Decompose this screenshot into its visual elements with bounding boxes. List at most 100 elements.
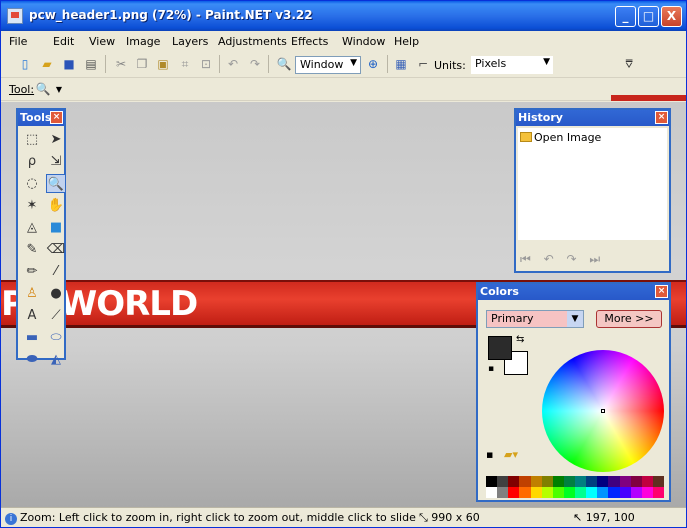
rectangle-tool-icon[interactable]: ▬: [22, 328, 42, 347]
rounded-rectangle-icon[interactable]: ⬭: [46, 328, 66, 347]
pencil-icon[interactable]: ✏: [22, 262, 42, 281]
palette-swatch[interactable]: [552, 476, 564, 487]
close-icon[interactable]: ×: [50, 111, 63, 124]
deselect-icon[interactable]: ⊡: [198, 56, 214, 72]
palette-swatch[interactable]: [563, 487, 575, 498]
clone-stamp-icon[interactable]: ♙: [22, 284, 42, 303]
minimize-button[interactable]: _: [615, 6, 636, 27]
color-picker-icon[interactable]: ⁄: [46, 262, 66, 281]
line-tool-icon[interactable]: ⟋: [46, 306, 66, 325]
palette-swatch[interactable]: [608, 487, 620, 498]
palette-swatch[interactable]: [541, 487, 553, 498]
zoom-in-icon[interactable]: ⊕: [365, 56, 381, 72]
history-panel-title[interactable]: History ×: [516, 110, 669, 126]
palette-swatch[interactable]: [530, 476, 542, 487]
palette-swatch[interactable]: [486, 476, 498, 487]
palette-folder-icon[interactable]: ▰▾: [504, 448, 518, 461]
palette-swatch[interactable]: [508, 476, 520, 487]
palette-swatch[interactable]: [652, 476, 664, 487]
recolor-icon[interactable]: ●: [46, 284, 66, 303]
last-step-icon[interactable]: ⏭: [589, 252, 600, 266]
colors-panel-title[interactable]: Colors ×: [478, 284, 669, 300]
palette-swatch[interactable]: [575, 476, 587, 487]
close-icon[interactable]: ×: [655, 285, 668, 298]
cut-icon[interactable]: ✂: [113, 56, 129, 72]
palette-swatch[interactable]: [497, 487, 509, 498]
menu-file[interactable]: File: [9, 35, 27, 48]
maximize-button[interactable]: □: [638, 6, 659, 27]
palette-swatch[interactable]: [641, 487, 653, 498]
reset-colors-icon[interactable]: ▪: [488, 364, 494, 374]
palette-swatch[interactable]: [541, 476, 553, 487]
pan-hand-icon[interactable]: ✋: [46, 196, 66, 215]
lasso-select-icon[interactable]: ρ: [22, 152, 42, 171]
palette-swatch[interactable]: [652, 487, 664, 498]
color-palette[interactable]: [486, 476, 664, 498]
menu-adjustments[interactable]: Adjustments: [218, 35, 287, 48]
text-tool-icon[interactable]: A: [22, 306, 42, 325]
rectangle-select-icon[interactable]: ⬚: [22, 130, 42, 149]
grid-icon[interactable]: ▦: [393, 56, 409, 72]
tools-panel-title[interactable]: Tools ×: [18, 110, 64, 126]
palette-swatch[interactable]: [486, 487, 498, 498]
ellipse-tool-icon[interactable]: ⬬: [22, 350, 42, 369]
paintbrush-icon[interactable]: ✎: [22, 240, 42, 259]
palette-swatch[interactable]: [519, 487, 531, 498]
save-icon[interactable]: ■: [61, 56, 77, 72]
undo-icon[interactable]: ↶: [225, 56, 241, 72]
palette-swatch[interactable]: [608, 476, 620, 487]
palette-swatch[interactable]: [508, 487, 520, 498]
history-item[interactable]: Open Image: [520, 131, 601, 144]
menu-effects[interactable]: Effects: [291, 35, 328, 48]
palette-swatch[interactable]: [597, 487, 609, 498]
menu-view[interactable]: View: [89, 35, 115, 48]
freeform-shape-icon[interactable]: ◭: [46, 350, 66, 369]
move-selection-icon[interactable]: ➤: [46, 130, 66, 149]
ruler-icon[interactable]: ⌐: [415, 56, 431, 72]
color-mode-combo[interactable]: Primary ▼: [486, 310, 584, 328]
eraser-icon[interactable]: ⌫: [46, 240, 66, 259]
redo-icon[interactable]: ↷: [247, 56, 263, 72]
title-bar[interactable]: pcw_header1.png (72%) - Paint.NET v3.22 …: [1, 1, 686, 31]
first-step-icon[interactable]: ⏮: [520, 252, 531, 266]
palette-swatch[interactable]: [586, 487, 598, 498]
undo-icon[interactable]: ↶: [544, 252, 554, 266]
redo-icon[interactable]: ↷: [567, 252, 577, 266]
palette-swatch[interactable]: [630, 476, 642, 487]
palette-swatch[interactable]: [497, 476, 509, 487]
palette-menu-icon[interactable]: ▪: [486, 448, 493, 461]
paste-icon[interactable]: ▣: [155, 56, 171, 72]
palette-swatch[interactable]: [519, 476, 531, 487]
menu-edit[interactable]: Edit: [53, 35, 74, 48]
print-icon[interactable]: ▤: [83, 56, 99, 72]
crop-icon[interactable]: ⌗: [177, 56, 193, 72]
paint-bucket-icon[interactable]: ◬: [22, 218, 42, 237]
palette-swatch[interactable]: [641, 476, 653, 487]
copy-icon[interactable]: ❐: [134, 56, 150, 72]
close-button[interactable]: X: [661, 6, 682, 27]
zoom-out-icon[interactable]: 🔍: [276, 56, 292, 72]
palette-swatch[interactable]: [597, 476, 609, 487]
palette-swatch[interactable]: [530, 487, 542, 498]
new-file-icon[interactable]: ▯: [17, 56, 33, 72]
chevron-down-icon[interactable]: ▼: [51, 82, 67, 98]
palette-swatch[interactable]: [630, 487, 642, 498]
palette-swatch[interactable]: [619, 476, 631, 487]
swap-colors-icon[interactable]: ⇆: [516, 334, 524, 345]
menu-help[interactable]: Help: [394, 35, 419, 48]
units-combo[interactable]: Pixels ▼: [471, 56, 553, 74]
ellipse-select-icon[interactable]: ◌: [22, 174, 42, 193]
menu-layers[interactable]: Layers: [172, 35, 208, 48]
toolbar-overflow-icon[interactable]: ⩢: [621, 56, 637, 72]
color-wheel[interactable]: [542, 350, 664, 472]
palette-swatch[interactable]: [619, 487, 631, 498]
palette-swatch[interactable]: [552, 487, 564, 498]
zoom-combo[interactable]: Window ▼: [295, 56, 361, 74]
gradient-icon[interactable]: ■: [46, 218, 66, 237]
move-selected-icon[interactable]: ⇲: [46, 152, 66, 171]
magic-wand-icon[interactable]: ✶: [22, 196, 42, 215]
zoom-tool-icon[interactable]: 🔍: [46, 174, 66, 193]
menu-image[interactable]: Image: [126, 35, 160, 48]
primary-color-swatch[interactable]: [488, 336, 512, 360]
palette-swatch[interactable]: [563, 476, 575, 487]
